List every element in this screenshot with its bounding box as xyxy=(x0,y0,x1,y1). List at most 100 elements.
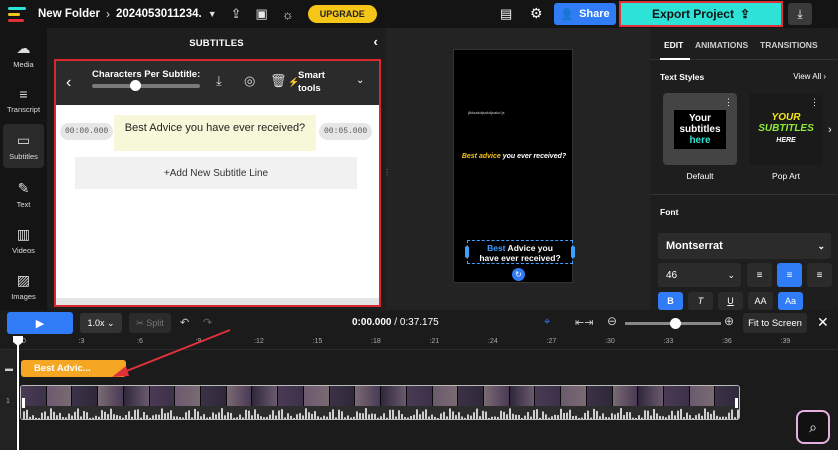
download-button[interactable]: ⤓ xyxy=(788,3,812,25)
collapse-panel-icon[interactable]: ‹ xyxy=(373,34,378,49)
subtitle-toolbar: ‹ Characters Per Subtitle: ⤓ ◎ 🗑 ⚡ Smart… xyxy=(56,61,379,105)
snap-icon[interactable]: ⌖ xyxy=(544,316,550,329)
rotate-icon[interactable]: ↻ xyxy=(512,268,525,281)
project-name[interactable]: 2024053011234. xyxy=(116,8,202,20)
sidebar-item-label: Transcript xyxy=(6,105,41,114)
video-frame-thumbnail xyxy=(98,386,124,406)
sidebar-item-media[interactable]: ☁ Media xyxy=(0,32,47,76)
case-button[interactable]: Aa xyxy=(778,292,803,310)
italic-button[interactable]: T xyxy=(688,292,713,310)
timeline-tick-label: :6 xyxy=(137,338,143,345)
tab-animations[interactable]: ANIMATIONS xyxy=(695,40,748,50)
waveform-bar xyxy=(689,415,691,419)
more-options-icon[interactable]: ⋮ xyxy=(810,97,819,108)
redo-icon[interactable]: ↷ xyxy=(203,316,212,329)
tab-transitions[interactable]: TRANSITIONS xyxy=(760,40,818,50)
add-subtitle-line-button[interactable]: +Add New Subtitle Line xyxy=(75,157,357,189)
video-clip[interactable] xyxy=(20,385,740,420)
clip-right-handle[interactable] xyxy=(735,398,738,408)
waveform-bar xyxy=(533,410,535,419)
waveform-bar xyxy=(707,411,709,419)
align-left-button[interactable]: ≡ xyxy=(747,263,772,287)
chevron-right-icon[interactable]: › xyxy=(828,124,832,136)
fit-width-icon[interactable]: ⇤⇥ xyxy=(575,316,593,329)
sidebar-item-images[interactable]: ▨ Images xyxy=(0,264,47,308)
style-card-default[interactable]: ⋮ Your subtitles here xyxy=(663,93,737,165)
caption-selection-box[interactable]: Best Advice you have ever received? xyxy=(467,240,573,264)
waveform-bar xyxy=(182,417,184,419)
more-options-icon[interactable]: ⋮ xyxy=(724,97,733,108)
sidebar-item-label: Videos xyxy=(12,245,35,255)
fit-to-screen-button[interactable]: Fit to Screen xyxy=(743,313,807,333)
timeline-tick-label: :12 xyxy=(254,338,264,345)
zoom-in-icon[interactable]: ⊕ xyxy=(724,314,734,328)
font-size-select[interactable]: 46 ⌄ xyxy=(658,263,741,287)
caption-left-handle[interactable] xyxy=(465,246,469,258)
sidebar-item-subtitles[interactable]: ▭ Subtitles xyxy=(3,124,44,168)
gear-icon[interactable]: ⚙ xyxy=(530,5,543,22)
comment-icon[interactable]: ▤ xyxy=(500,6,512,22)
subtitle-clip[interactable]: Best Advic... xyxy=(21,360,126,377)
zoom-out-icon[interactable]: ⊖ xyxy=(607,314,617,328)
sidebar-item-transcript[interactable]: ≡ Transcript xyxy=(0,78,47,122)
zoom-slider[interactable] xyxy=(625,318,721,329)
style-card-pop-art[interactable]: ⋮ YOUR SUBTITLES HERE xyxy=(749,93,823,165)
sidebar-item-videos[interactable]: ▥ Videos xyxy=(0,218,47,262)
breadcrumb-folder[interactable]: New Folder xyxy=(38,8,100,20)
export-project-button[interactable]: Export Project ⇪ xyxy=(619,1,783,27)
image-icon[interactable]: ▣ xyxy=(256,6,268,22)
font-family-select[interactable]: Montserrat ⌄ xyxy=(658,233,831,259)
back-icon[interactable]: ‹ xyxy=(66,74,82,92)
app-logo[interactable] xyxy=(8,3,30,25)
subtitle-start-time[interactable]: 00:00.000 xyxy=(60,123,114,140)
waveform-bar xyxy=(179,417,181,419)
hide-icon[interactable]: ◎ xyxy=(244,73,255,89)
horizontal-scrollbar[interactable] xyxy=(56,298,379,305)
timeline-tick-label: :21 xyxy=(429,338,440,345)
split-button[interactable]: ✂ Split xyxy=(129,313,171,333)
align-center-button[interactable]: ≡ xyxy=(777,263,802,287)
lightbulb-icon[interactable]: ☼ xyxy=(282,7,294,22)
download-subtitles-icon[interactable]: ⤓ xyxy=(216,73,222,89)
waveform-bar xyxy=(65,417,67,419)
waveform-bar xyxy=(647,410,649,419)
share-button[interactable]: 👤 Share xyxy=(554,3,616,25)
view-all-link[interactable]: View All › xyxy=(793,72,826,81)
bold-button[interactable]: B xyxy=(658,292,683,310)
upload-icon[interactable]: ⇪ xyxy=(231,6,242,22)
chevron-down-icon[interactable]: ⌄ xyxy=(356,75,364,86)
waveform-bar xyxy=(392,409,394,419)
upload-icon: ☁ xyxy=(16,39,31,56)
timeline-ruler[interactable]: :0:3:6:9:12:15:18:21:24:27:30:33:36:39 xyxy=(0,336,838,350)
play-button[interactable]: ▶ xyxy=(7,312,73,334)
tab-edit[interactable]: EDIT xyxy=(664,40,683,50)
waveform-bar xyxy=(227,412,229,419)
zoom-slider-handle[interactable] xyxy=(670,318,681,329)
close-icon[interactable]: ✕ xyxy=(817,314,829,331)
smart-tools-button[interactable]: Smart tools xyxy=(298,69,334,95)
video-preview[interactable]: j8dsakdjsakdjsakd js Best advice you eve… xyxy=(453,49,575,283)
play-icon: ▶ xyxy=(35,317,45,330)
trash-icon[interactable]: 🗑 xyxy=(270,73,287,89)
subtitle-text-field[interactable]: Best Advice you have ever received? xyxy=(114,115,316,151)
cps-slider[interactable] xyxy=(92,80,200,91)
resize-handle[interactable]: ⋮ xyxy=(383,168,391,177)
sidebar-item-text[interactable]: ✎ Text xyxy=(0,172,47,216)
uppercase-button[interactable]: AA xyxy=(748,292,773,310)
align-right-button[interactable]: ≡ xyxy=(807,263,832,287)
clip-left-handle[interactable] xyxy=(22,398,25,408)
upgrade-button[interactable]: UPGRADE xyxy=(307,5,377,23)
speed-select[interactable]: 1.0x ⌄ xyxy=(80,313,122,333)
caption-right-handle[interactable] xyxy=(571,246,575,258)
waveform-bar xyxy=(80,416,82,419)
chevron-down-icon[interactable]: ▼ xyxy=(208,9,217,19)
subtitle-end-time[interactable]: 00:05.000 xyxy=(319,123,373,140)
undo-icon[interactable]: ↶ xyxy=(180,316,189,329)
video-frame-thumbnail xyxy=(278,386,304,406)
font-heading: Font xyxy=(660,207,679,217)
underline-button[interactable]: U xyxy=(718,292,743,310)
playhead[interactable] xyxy=(17,336,19,450)
search-button[interactable]: ⌕ xyxy=(796,410,830,444)
sidebar-item-label: Media xyxy=(13,59,34,69)
slider-handle[interactable] xyxy=(130,80,141,91)
